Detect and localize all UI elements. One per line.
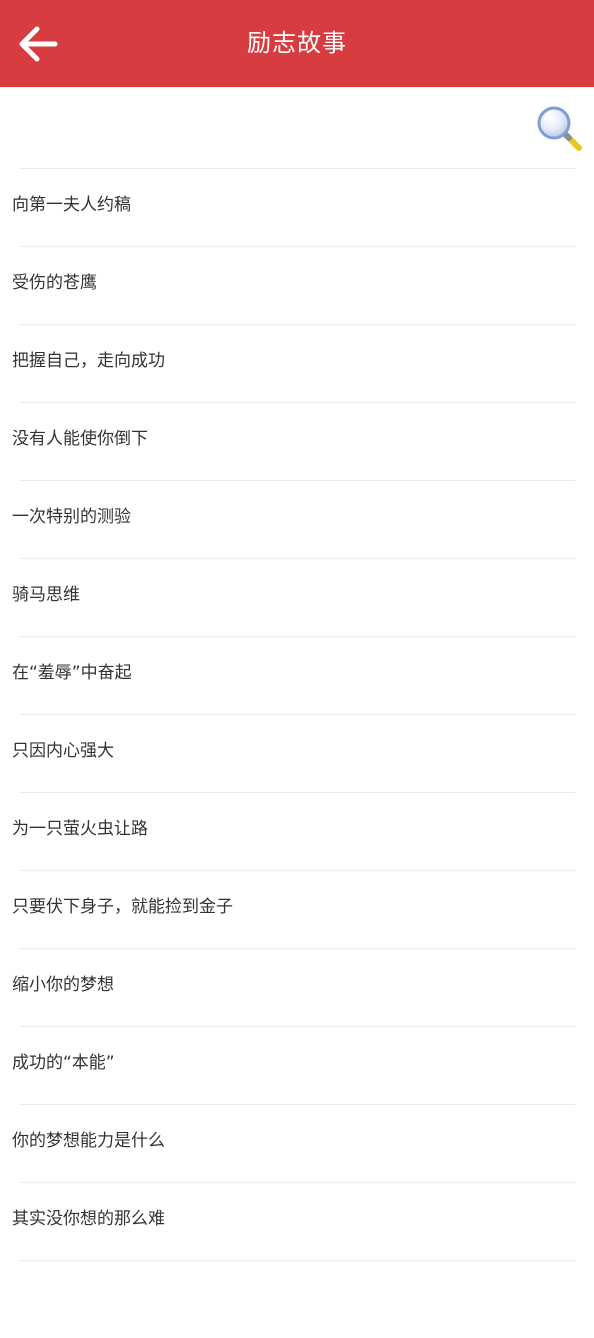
list-item-label: 缩小你的梦想 xyxy=(12,975,114,995)
list-item-label: 受伤的苍鹰 xyxy=(12,273,97,293)
list-item-label: 一次特别的测验 xyxy=(12,507,131,527)
list-item-label: 只要伏下身子，就能捡到金子 xyxy=(12,897,233,917)
page-title: 励志故事 xyxy=(247,29,347,57)
list-item[interactable]: 没有人能使你倒下 xyxy=(12,402,575,480)
search-button[interactable] xyxy=(532,101,588,157)
list-item-label: 你的梦想能力是什么 xyxy=(12,1131,165,1151)
list-item[interactable]: 向第一夫人约稿 xyxy=(12,168,575,246)
list-item[interactable]: 在“羞辱”中奋起 xyxy=(12,636,575,714)
list-item-label: 把握自己，走向成功 xyxy=(12,351,165,371)
magnifier-icon xyxy=(537,106,582,151)
list-item-label: 只因内心强大 xyxy=(12,741,114,761)
list-item[interactable]: 你的梦想能力是什么 xyxy=(12,1104,575,1182)
list-item[interactable]: 把握自己，走向成功 xyxy=(12,324,575,402)
list-item[interactable]: 缩小你的梦想 xyxy=(12,948,575,1026)
list-item[interactable]: 骑马思维 xyxy=(12,558,575,636)
list-item-label: 向第一夫人约稿 xyxy=(12,195,131,215)
list-item[interactable]: 一次特别的测验 xyxy=(12,480,575,558)
list-item-label: 骑马思维 xyxy=(12,585,80,605)
list-item[interactable]: 只因内心强大 xyxy=(12,714,575,792)
story-list: 向第一夫人约稿 受伤的苍鹰 把握自己，走向成功 没有人能使你倒下 一次特别的测验… xyxy=(0,168,594,1338)
list-item[interactable]: 成功的“本能” xyxy=(12,1026,575,1104)
list-item[interactable]: 受伤的苍鹰 xyxy=(12,246,575,324)
list-item-label: 为一只萤火虫让路 xyxy=(12,819,148,839)
list-item[interactable]: 只要伏下身子，就能捡到金子 xyxy=(12,870,575,948)
list-item-label: 成功的“本能” xyxy=(12,1053,115,1073)
list-item-label: 没有人能使你倒下 xyxy=(12,429,148,449)
list-item[interactable]: 为一只萤火虫让路 xyxy=(12,792,575,870)
list-item[interactable]: 其实没你想的那么难 xyxy=(12,1182,575,1260)
list-item-label: 在“羞辱”中奋起 xyxy=(12,663,132,683)
app-header: 励志故事 xyxy=(0,0,594,87)
list-item-label: 其实没你想的那么难 xyxy=(12,1209,165,1229)
list-end-divider xyxy=(19,1260,575,1338)
search-bar xyxy=(0,87,594,168)
